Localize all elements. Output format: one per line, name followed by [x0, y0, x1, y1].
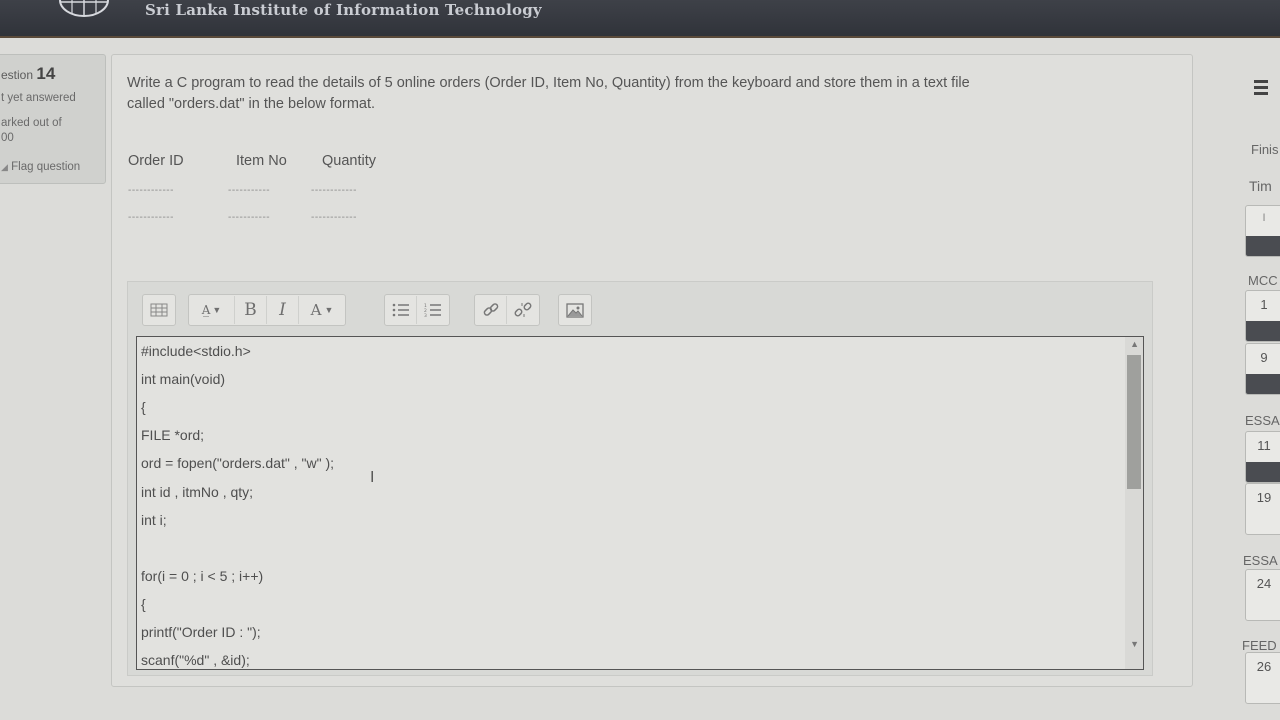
- code-line: printf("Order ID : ");: [141, 624, 261, 640]
- show-more-icon[interactable]: [143, 296, 175, 324]
- chevron-down-icon: ▼: [324, 305, 334, 315]
- font-color-button[interactable]: A ▼: [299, 296, 345, 324]
- dash-row2-col2: -----------: [228, 212, 271, 223]
- scroll-up-icon[interactable]: ▲: [1130, 339, 1139, 349]
- toolbar-group-lists: 123: [384, 294, 450, 326]
- scroll-down-icon[interactable]: ▼: [1130, 639, 1139, 649]
- quiz-nav-number: 11: [1257, 438, 1271, 453]
- code-line: FILE *ord;: [141, 427, 205, 443]
- quiz-nav-number: 24: [1256, 576, 1272, 591]
- flag-icon: ◢: [1, 162, 8, 172]
- quiz-nav-button[interactable]: 19: [1245, 483, 1280, 535]
- quiz-nav-number: 1: [1260, 297, 1268, 312]
- paragraph-style-label: A̲: [201, 303, 211, 317]
- quiz-nav-button[interactable]: I: [1245, 205, 1280, 257]
- answered-indicator: [1246, 236, 1280, 256]
- flag-question-link[interactable]: ◢ Flag question: [1, 161, 80, 173]
- bold-label: B: [244, 300, 257, 320]
- section-essay2-label: ESSA: [1243, 553, 1278, 568]
- code-line: {: [141, 399, 146, 415]
- question-number: estion 14: [1, 64, 56, 83]
- toolbar-group-media: [558, 294, 592, 326]
- toolbar-group-links: [474, 294, 540, 326]
- quiz-nav-button[interactable]: 9: [1245, 343, 1280, 395]
- dash-row2-col1: ------------: [128, 212, 174, 223]
- section-mcq-label: MCC: [1248, 273, 1278, 288]
- section-feedback-label: FEED: [1242, 638, 1277, 653]
- ordered-list-icon[interactable]: 123: [417, 296, 449, 324]
- column-item-no: Item No: [236, 153, 287, 169]
- code-line: int id , itmNo , qty;: [141, 484, 254, 500]
- unlink-icon[interactable]: [507, 296, 539, 324]
- answered-indicator: [1246, 321, 1280, 341]
- top-header-bar: Sri Lanka Institute of Information Techn…: [0, 0, 1280, 38]
- editor-scrollbar[interactable]: ▲ ▼: [1125, 337, 1143, 669]
- question-text: Write a C program to read the details of…: [127, 73, 1127, 115]
- code-line: int main(void): [141, 371, 226, 387]
- flag-question-label: Flag question: [11, 161, 81, 173]
- quiz-nav-number: 26: [1256, 659, 1272, 674]
- column-quantity: Quantity: [322, 153, 376, 169]
- answered-indicator: [1246, 462, 1280, 482]
- quiz-nav-button[interactable]: 11: [1245, 431, 1280, 483]
- chevron-down-icon: ▼: [212, 305, 222, 315]
- finish-attempt-link[interactable]: Finis: [1251, 142, 1278, 157]
- toolbar-group-format: A̲ ▼ B I A ▼: [188, 294, 346, 326]
- question-status: t yet answered: [1, 92, 76, 104]
- paragraph-style-button[interactable]: A̲ ▼: [189, 296, 235, 324]
- section-essay-label: ESSA: [1245, 413, 1280, 428]
- text-cursor-icon: I: [370, 469, 375, 486]
- code-line: scanf("%d" , &id);: [141, 652, 250, 668]
- question-line-1: Write a C program to read the details of…: [127, 75, 970, 91]
- question-line-2: called "orders.dat" in the below format.: [127, 96, 376, 112]
- answer-textarea[interactable]: ▲ ▼ I #include<stdio.h> int main(void) { FI…: [136, 336, 1144, 670]
- column-order-id: Order ID: [128, 153, 184, 169]
- unordered-list-icon[interactable]: [385, 296, 417, 324]
- time-left-label: Tim: [1249, 178, 1272, 194]
- dash-row1-col3: ------------: [311, 185, 357, 196]
- link-icon[interactable]: [475, 296, 507, 324]
- editor-toolbar: A̲ ▼ B I A ▼ 123: [128, 282, 1152, 334]
- svg-text:3: 3: [424, 313, 427, 317]
- quiz-nav-number: 9: [1260, 350, 1268, 365]
- menu-icon[interactable]: [1252, 77, 1274, 97]
- toolbar-group-more: [142, 294, 176, 326]
- code-line: int i;: [141, 512, 167, 528]
- code-line: {: [141, 596, 146, 612]
- code-line: ord = fopen("orders.dat" , "w" );: [141, 455, 335, 471]
- quiz-nav-number: I: [1262, 212, 1266, 224]
- font-color-label: A: [310, 301, 322, 319]
- bold-button[interactable]: B: [235, 296, 267, 324]
- marked-out-of-label: arked out of: [1, 117, 62, 129]
- dash-row1-col1: ------------: [128, 185, 174, 196]
- dash-row2-col3: ------------: [311, 212, 357, 223]
- org-title: Sri Lanka Institute of Information Techn…: [145, 1, 542, 19]
- question-info-panel: estion 14 t yet answered arked out of 00…: [0, 54, 106, 184]
- italic-button[interactable]: I: [267, 296, 299, 324]
- code-line: #include<stdio.h>: [141, 343, 251, 359]
- quiz-nav-button[interactable]: 1: [1245, 290, 1280, 342]
- italic-label: I: [279, 300, 286, 320]
- globe-logo-icon: [59, 0, 109, 17]
- marks-value: 00: [1, 132, 14, 144]
- code-line: for(i = 0 ; i < 5 ; i++): [141, 568, 264, 584]
- question-content: Write a C program to read the details of…: [111, 54, 1193, 687]
- quiz-nav-number: 19: [1256, 490, 1272, 505]
- dash-row1-col2: -----------: [228, 185, 271, 196]
- answered-indicator: [1246, 374, 1280, 394]
- scrollbar-thumb[interactable]: [1127, 355, 1141, 489]
- quiz-nav-button[interactable]: 24: [1245, 569, 1280, 621]
- answer-editor: A̲ ▼ B I A ▼ 123 ▲ ▼ I #include<stdio.h>…: [127, 281, 1153, 676]
- quiz-nav-button[interactable]: 26: [1245, 652, 1280, 704]
- image-icon[interactable]: [559, 296, 591, 324]
